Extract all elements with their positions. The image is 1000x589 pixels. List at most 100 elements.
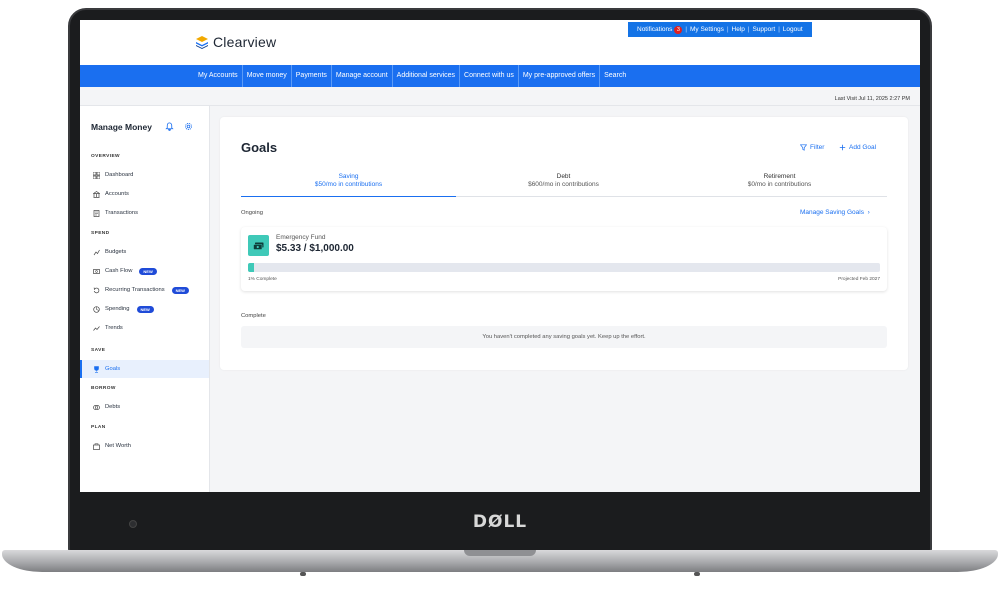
my-settings-link[interactable]: My Settings: [687, 26, 727, 33]
filter-button[interactable]: Filter: [800, 144, 824, 151]
app-logo[interactable]: Clearview: [195, 34, 276, 50]
laptop-foot: [300, 572, 306, 576]
chevron-right-icon: ›: [865, 209, 870, 216]
sidebar-item-label: Transactions: [105, 210, 138, 216]
new-badge: NEW: [136, 305, 154, 313]
budget-icon: [92, 248, 100, 256]
sidebar: Manage Money OVERVIEW Dashboard Accounts…: [80, 106, 210, 492]
sidebar-item-net-worth[interactable]: Net Worth: [80, 437, 209, 455]
new-badge: NEW: [171, 286, 189, 294]
screen: Clearview Notifications 3 | My Settings |…: [80, 20, 920, 492]
goal-item-emergency-fund[interactable]: Emergency Fund $5.33 / $1,000.00 1% Comp…: [241, 227, 887, 291]
tab-subtitle: $600/mo in contributions: [528, 181, 599, 188]
bell-icon[interactable]: [165, 122, 174, 131]
sidebar-item-label: Cash Flow: [105, 268, 133, 274]
nav-additional-services[interactable]: Additional services: [393, 65, 461, 87]
complete-label: Complete: [241, 313, 266, 319]
sidebar-item-label: Goals: [105, 366, 121, 372]
sidebar-item-label: Dashboard: [105, 172, 134, 178]
section-save: SAVE: [91, 348, 106, 353]
sidebar-item-label: Debts: [105, 404, 121, 410]
grid-icon: [92, 171, 100, 179]
sidebar-item-debts[interactable]: Debts: [80, 398, 209, 416]
header: Clearview Notifications 3 | My Settings |…: [80, 20, 920, 65]
tab-name: Debt: [556, 173, 571, 180]
tab-subtitle: $50/mo in contributions: [314, 181, 383, 188]
sidebar-item-goals[interactable]: Goals: [80, 360, 209, 378]
new-badge: NEW: [139, 267, 157, 275]
tab-subtitle: $0/mo in contributions: [747, 181, 812, 188]
recurring-icon: [92, 286, 100, 294]
sidebar-item-budgets[interactable]: Budgets: [80, 243, 209, 261]
sidebar-item-transactions[interactable]: Transactions: [80, 204, 209, 222]
laptop-frame: DØLL Clearview Notifications 3 | My Setti…: [0, 0, 1000, 589]
goal-progress-fill: [248, 263, 255, 272]
sidebar-item-label: Accounts: [105, 191, 129, 197]
section-spend: SPEND: [91, 231, 110, 236]
sidebar-item-label: Budgets: [105, 249, 127, 255]
add-goal-label: Add Goal: [849, 144, 877, 151]
goal-amount: $5.33 / $1,000.00: [276, 243, 354, 254]
last-visit-text: Last Visit Jul 11, 2025 2:27 PM: [834, 96, 910, 102]
nav-my-accounts[interactable]: My Accounts: [194, 65, 243, 87]
manage-saving-goals-link[interactable]: Manage Saving Goals ›: [800, 209, 870, 216]
goal-progress-track: [248, 263, 880, 272]
nav-move-money[interactable]: Move money: [243, 65, 292, 87]
tab-saving[interactable]: Saving $50/mo in contributions: [241, 172, 456, 197]
notifications-link[interactable]: Notifications 3: [634, 25, 685, 34]
logo-text: Clearview: [213, 34, 277, 50]
gear-icon[interactable]: [184, 122, 193, 131]
goals-card: Goals Filter Add Goal Saving $50/mo in c…: [220, 117, 908, 370]
nav-connect-with-us[interactable]: Connect with us: [460, 65, 519, 87]
ongoing-label: Ongoing: [241, 210, 263, 216]
laptop-brand-logo: DØLL: [472, 512, 528, 532]
sidebar-item-label: Trends: [105, 325, 123, 331]
nav-payments[interactable]: Payments: [292, 65, 332, 87]
goal-tabs: Saving $50/mo in contributions Debt $600…: [241, 172, 887, 197]
laptop-notch: [464, 550, 536, 556]
filter-label: Filter: [810, 144, 825, 151]
sidebar-item-cash-flow[interactable]: Cash Flow NEW: [80, 262, 209, 280]
sidebar-item-accounts[interactable]: Accounts: [80, 185, 209, 203]
sidebar-item-trends[interactable]: Trends: [80, 319, 209, 337]
cash-flow-icon: [92, 267, 100, 275]
main-nav: My Accounts Move money Payments Manage a…: [80, 65, 920, 87]
trends-icon: [92, 324, 100, 332]
money-icon: [248, 235, 269, 256]
nav-pre-approved-offers[interactable]: My pre-approved offers: [519, 65, 601, 87]
notifications-badge: 3: [674, 25, 683, 34]
net-worth-icon: [92, 442, 100, 450]
page-title: Goals: [241, 140, 278, 155]
section-plan: PLAN: [91, 425, 106, 430]
section-overview: OVERVIEW: [91, 154, 120, 159]
help-link[interactable]: Help: [729, 26, 748, 33]
empty-state-message: You haven't completed any saving goals y…: [241, 326, 887, 348]
debts-icon: [92, 403, 100, 411]
goal-progress-text: 1% Complete: [248, 277, 277, 282]
webcam: [129, 520, 137, 528]
goal-projected-text: Projected Feb 2027: [838, 277, 880, 282]
section-borrow: BORROW: [91, 386, 116, 391]
logout-link[interactable]: Logout: [780, 26, 806, 33]
tab-retirement[interactable]: Retirement $0/mo in contributions: [672, 172, 887, 197]
sidebar-item-recurring-transactions[interactable]: Recurring Transactions NEW: [80, 281, 209, 299]
sidebar-title: Manage Money: [91, 122, 152, 132]
plus-icon: [839, 144, 846, 151]
sidebar-item-label: Recurring Transactions: [105, 287, 165, 293]
receipt-icon: [92, 209, 100, 217]
support-link[interactable]: Support: [749, 26, 778, 33]
laptop-foot: [694, 572, 700, 576]
logo-mark-icon: [196, 36, 208, 49]
utility-bar: Notifications 3 | My Settings | Help | Su…: [628, 22, 812, 37]
nav-manage-account[interactable]: Manage account: [332, 65, 393, 87]
sidebar-item-dashboard[interactable]: Dashboard: [80, 166, 209, 184]
tab-name: Saving: [338, 173, 359, 180]
nav-search[interactable]: Search: [600, 65, 630, 87]
sidebar-item-spending[interactable]: Spending NEW: [80, 300, 209, 318]
trophy-icon: [92, 365, 100, 373]
tab-debt[interactable]: Debt $600/mo in contributions: [456, 172, 671, 197]
goal-name: Emergency Fund: [276, 234, 326, 241]
filter-icon: [800, 144, 807, 151]
add-goal-button[interactable]: Add Goal: [839, 144, 876, 151]
spending-icon: [92, 305, 100, 313]
